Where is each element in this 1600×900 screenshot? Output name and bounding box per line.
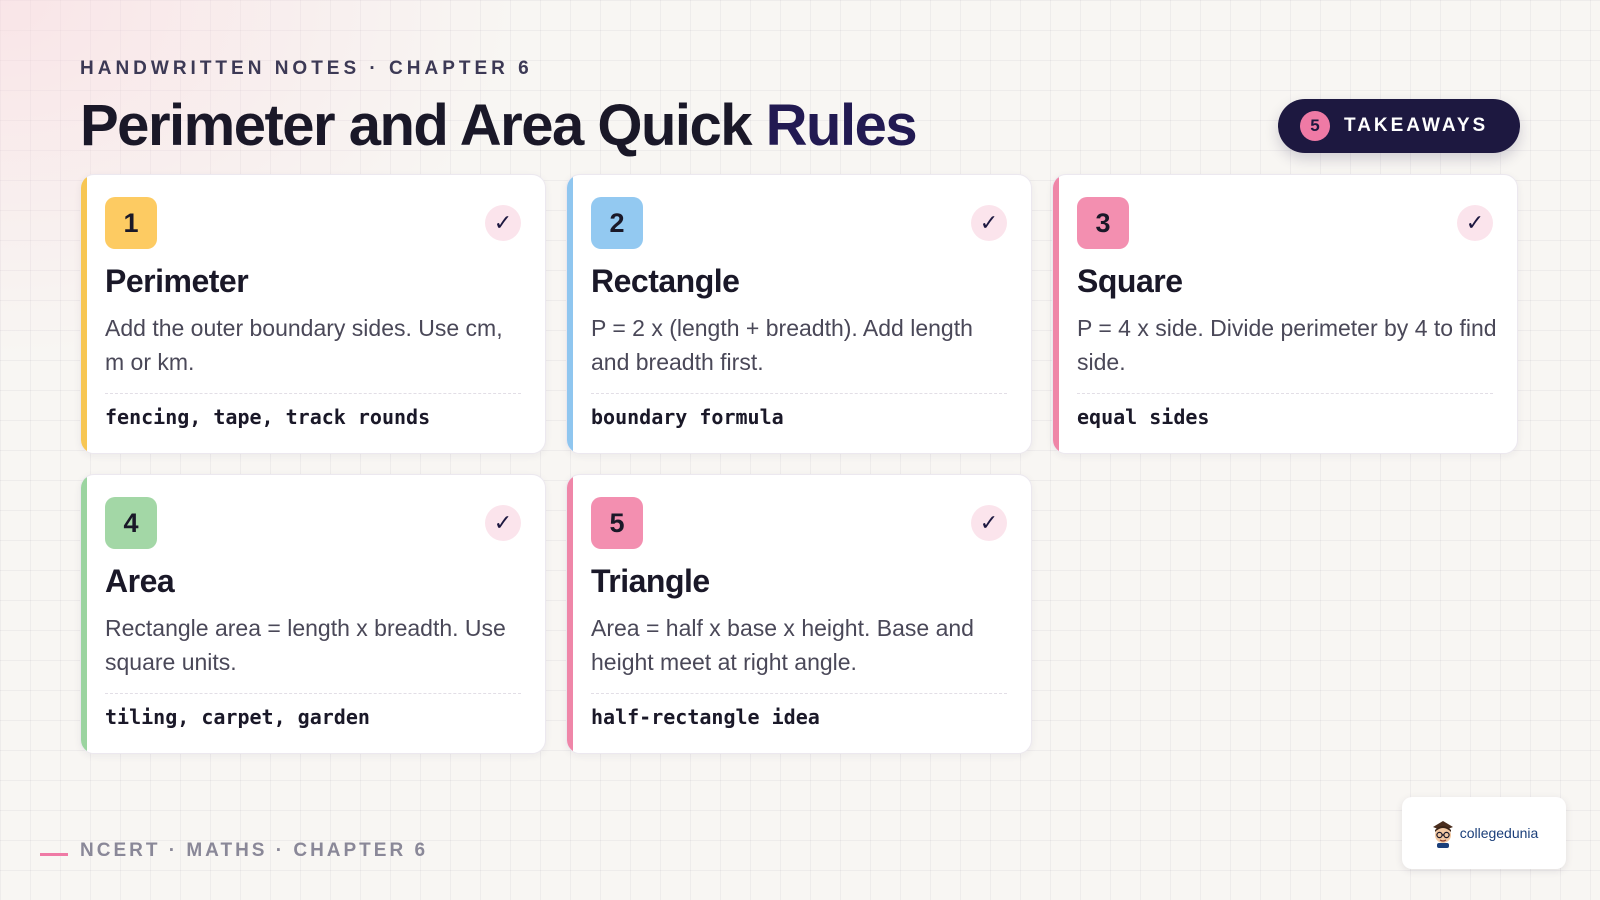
student-mascot-icon <box>1432 821 1453 848</box>
takeaways-badge: 5 TAKEAWAYS <box>1278 99 1520 153</box>
card-accent-stripe <box>567 175 573 453</box>
check-icon: ✓ <box>971 205 1007 241</box>
takeaways-label: TAKEAWAYS <box>1344 115 1489 136</box>
card-title: Area <box>105 563 175 599</box>
card-divider <box>105 393 521 394</box>
brand-logo-text: collegedunia <box>1459 825 1539 841</box>
card-number: 5 <box>591 497 643 549</box>
page-title: Perimeter and Area Quick Rules <box>80 93 918 158</box>
footer-text: NCERT · MATHS · CHAPTER 6 <box>80 840 429 861</box>
card-description: Area = half x base x height. Base and he… <box>591 615 974 675</box>
card-accent-stripe <box>1053 175 1059 453</box>
card-tags: tiling, carpet, garden <box>105 705 370 729</box>
footer-accent-line <box>40 853 68 856</box>
card-title: Triangle <box>591 563 710 599</box>
card-tags: boundary formula <box>591 405 784 429</box>
eyebrow: HANDWRITTEN NOTES · CHAPTER 6 <box>80 58 533 79</box>
card-tags: half-rectangle idea <box>591 705 820 729</box>
card-accent-stripe <box>81 175 87 453</box>
title-accent: Rules <box>765 93 918 158</box>
rule-card-perimeter: 1 ✓ Perimeter Add the outer boundary sid… <box>80 174 546 454</box>
card-title: Square <box>1077 263 1183 299</box>
card-divider <box>591 393 1007 394</box>
rule-card-triangle: 5 ✓ Triangle Area = half x base x height… <box>566 474 1032 754</box>
card-tags: fencing, tape, track rounds <box>105 405 431 429</box>
takeaways-count: 5 <box>1300 111 1330 141</box>
title-main: Perimeter and Area Quick <box>80 93 753 158</box>
card-number: 4 <box>105 497 157 549</box>
card-accent-stripe <box>81 475 87 753</box>
rule-card-square: 3 ✓ Square P = 4 x side. Divide perimete… <box>1052 174 1518 454</box>
card-number: 1 <box>105 197 157 249</box>
card-number: 2 <box>591 197 643 249</box>
check-icon: ✓ <box>485 205 521 241</box>
check-icon: ✓ <box>1457 205 1493 241</box>
card-description: P = 4 x side. Divide perimeter by 4 to f… <box>1077 315 1497 375</box>
brand-logo: collegedunia <box>1402 797 1566 869</box>
card-title: Perimeter <box>105 263 249 299</box>
card-divider <box>105 693 521 694</box>
card-number: 3 <box>1077 197 1129 249</box>
rule-card-area: 4 ✓ Area Rectangle area = length x bread… <box>80 474 546 754</box>
rule-card-rectangle: 2 ✓ Rectangle P = 2 x (length + breadth)… <box>566 174 1032 454</box>
card-divider <box>591 693 1007 694</box>
card-accent-stripe <box>567 475 573 753</box>
card-divider <box>1077 393 1493 394</box>
check-icon: ✓ <box>971 505 1007 541</box>
card-tags: equal sides <box>1077 405 1210 429</box>
card-description: Add the outer boundary sides. Use cm, m … <box>105 315 503 375</box>
card-description: Rectangle area = length x breadth. Use s… <box>105 615 506 675</box>
card-description: P = 2 x (length + breadth). Add length a… <box>591 315 973 375</box>
card-title: Rectangle <box>591 263 740 299</box>
check-icon: ✓ <box>485 505 521 541</box>
